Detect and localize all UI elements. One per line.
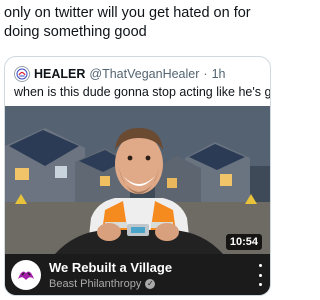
quoted-tweet-header: HEALER @ThatVeganHealer · 1h xyxy=(14,66,225,82)
check-badge-icon: ✓ xyxy=(145,279,156,289)
video-info-bar: We Rebuilt a Village Beast Philanthropy … xyxy=(5,254,270,295)
post-text: only on twitter will you get hated on fo… xyxy=(4,5,251,40)
quote-separator: · xyxy=(203,67,208,81)
video-title[interactable]: We Rebuilt a Village xyxy=(49,260,172,275)
channel-row: Beast Philanthropy ✓ xyxy=(49,278,156,290)
kebab-dot xyxy=(258,264,262,267)
kebab-dot xyxy=(258,283,262,286)
video-thumbnail[interactable] xyxy=(5,106,270,254)
kebab-menu-icon[interactable] xyxy=(256,264,264,286)
channel-avatar-icon[interactable] xyxy=(11,260,41,290)
channel-name[interactable]: Beast Philanthropy xyxy=(49,278,141,290)
kebab-dot xyxy=(258,273,262,277)
quoted-tweet-card[interactable]: HEALER @ThatVeganHealer · 1h when is thi… xyxy=(4,56,271,296)
quote-text: when is this dude gonna stop acting like… xyxy=(14,85,271,99)
quote-avatar-logo-icon[interactable] xyxy=(14,66,30,82)
quote-time[interactable]: 1h xyxy=(212,67,226,81)
quote-handle[interactable]: @ThatVeganHealer xyxy=(89,67,199,81)
video-duration-badge: 10:54 xyxy=(225,234,262,250)
video-embed[interactable]: 10:54 We Rebuilt a Village Beast Philant… xyxy=(5,106,270,295)
quote-display-name[interactable]: HEALER xyxy=(34,67,85,81)
